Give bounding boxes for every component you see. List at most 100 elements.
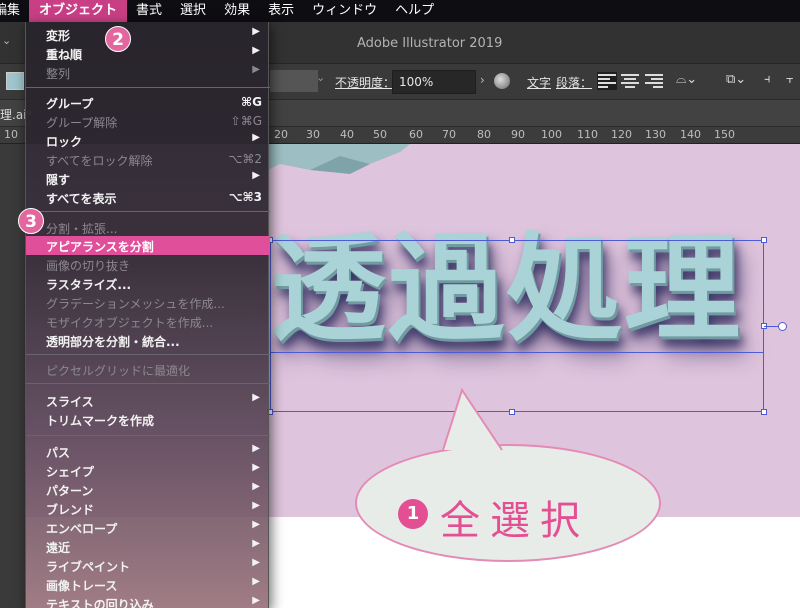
- ruler-label: 20: [274, 128, 288, 141]
- menu-item-image-trace[interactable]: 画像トレース ▶: [26, 575, 270, 594]
- submenu-arrow-icon: ▶: [252, 500, 260, 511]
- submenu-arrow-icon: ▶: [252, 443, 260, 454]
- distribute-icon[interactable]: ⫟: [786, 72, 794, 87]
- menu-item-trim-marks[interactable]: トリムマークを作成: [26, 410, 270, 429]
- fill-swatch[interactable]: [6, 72, 24, 90]
- menu-effect[interactable]: 効果: [215, 0, 259, 22]
- menu-item-unlock-all[interactable]: すべてをロック解除 ⌥⌘2: [26, 150, 270, 169]
- ruler-label: 110: [577, 128, 598, 141]
- submenu-arrow-icon: ▶: [252, 26, 260, 37]
- text-baseline: [270, 352, 764, 353]
- style-field[interactable]: [270, 70, 318, 92]
- menu-window[interactable]: ウィンドウ: [303, 0, 386, 22]
- workspace-chevron-icon[interactable]: ⌄: [2, 34, 11, 47]
- submenu-arrow-icon: ▶: [252, 557, 260, 568]
- menu-item-blend[interactable]: ブレンド ▶: [26, 499, 270, 518]
- menu-item-hide[interactable]: 隠す ▶: [26, 169, 270, 188]
- envelope-warp-icon[interactable]: ⌓⌄: [676, 72, 697, 87]
- submenu-arrow-icon: ▶: [252, 519, 260, 530]
- bbox-handle[interactable]: [761, 237, 767, 243]
- menu-item-crop-image[interactable]: 画像の切り抜き: [26, 255, 270, 274]
- menu-object[interactable]: オブジェクト: [29, 0, 128, 22]
- submenu-arrow-icon: ▶: [252, 481, 260, 492]
- menu-item-show-all[interactable]: すべてを表示 ⌥⌘3: [26, 188, 270, 207]
- ruler-label: 70: [442, 128, 456, 141]
- ruler-label: 100: [541, 128, 562, 141]
- transform-icon[interactable]: ⧉⌄: [726, 72, 746, 87]
- submenu-arrow-icon: ▶: [252, 462, 260, 473]
- submenu-arrow-icon: ▶: [252, 64, 260, 75]
- align-center-icon[interactable]: [620, 72, 640, 90]
- window-title: Adobe Illustrator 2019: [357, 36, 503, 51]
- menu-item-pattern[interactable]: パターン ▶: [26, 480, 270, 499]
- menu-item-arrange[interactable]: 重ね順 ▶: [26, 44, 270, 63]
- selection-bounding-box[interactable]: [270, 240, 764, 412]
- ruler-label: 150: [714, 128, 735, 141]
- menu-item-ungroup[interactable]: グループ解除 ⇧⌘G: [26, 112, 270, 131]
- step-1-badge: 1: [398, 499, 428, 529]
- menu-separator: [26, 87, 270, 88]
- menu-item-envelope[interactable]: エンベロープ ▶: [26, 518, 270, 537]
- ruler-label: 90: [511, 128, 525, 141]
- submenu-arrow-icon: ▶: [252, 595, 260, 606]
- submenu-arrow-icon: ▶: [252, 170, 260, 181]
- menu-item-group[interactable]: グループ ⌘G: [26, 93, 270, 112]
- align-left-icon[interactable]: [597, 72, 617, 90]
- align-objects-icon[interactable]: ⫞: [764, 72, 771, 87]
- ruler-label: 130: [645, 128, 666, 141]
- menu-bar: 編集 オブジェクト 書式 選択 効果 表示 ウィンドウ ヘルプ: [0, 0, 800, 22]
- opacity-input[interactable]: 100%: [392, 70, 476, 94]
- menu-item-slice[interactable]: スライス ▶: [26, 391, 270, 410]
- ruler-label: 40: [340, 128, 354, 141]
- menu-item-text-wrap[interactable]: テキストの回り込み ▶: [26, 594, 270, 608]
- submenu-arrow-icon: ▶: [252, 576, 260, 587]
- menu-item-rasterize[interactable]: ラスタライズ...: [26, 274, 270, 293]
- menu-item-transform[interactable]: 変形 ▶: [26, 25, 270, 44]
- ruler-label: 80: [477, 128, 491, 141]
- decorative-shape: [250, 144, 410, 174]
- menu-item-live-paint[interactable]: ライブペイント ▶: [26, 556, 270, 575]
- menu-item-lock[interactable]: ロック ▶: [26, 131, 270, 150]
- paragraph-label[interactable]: 段落：: [556, 74, 592, 91]
- recolor-globe-icon[interactable]: [494, 73, 510, 89]
- menu-edit[interactable]: 編集: [0, 0, 29, 22]
- character-label[interactable]: 文字: [527, 74, 551, 91]
- menu-help[interactable]: ヘルプ: [386, 0, 443, 22]
- object-menu-dropdown: 変形 ▶ 重ね順 ▶ 整列 ▶ グループ ⌘G グループ解除 ⇧⌘G ロック ▶ すべてをロ…: [25, 22, 270, 608]
- text-thread-port[interactable]: [778, 322, 787, 331]
- opacity-label[interactable]: 不透明度：: [335, 74, 395, 91]
- menu-select[interactable]: 選択: [171, 0, 215, 22]
- ruler-label: 120: [611, 128, 632, 141]
- menu-item-mosaic[interactable]: モザイクオブジェクトを作成...: [26, 312, 270, 331]
- menu-item-pixel-grid[interactable]: ピクセルグリッドに最適化: [26, 360, 270, 379]
- bbox-handle[interactable]: [509, 409, 515, 415]
- submenu-arrow-icon: ▶: [252, 132, 260, 143]
- ruler-label: 10: [4, 128, 18, 141]
- menu-view[interactable]: 表示: [259, 0, 303, 22]
- step-2-badge: 2: [105, 26, 131, 52]
- ruler-label: 60: [409, 128, 423, 141]
- ruler-label: 50: [373, 128, 387, 141]
- submenu-arrow-icon: ▶: [252, 45, 260, 56]
- menu-item-flatten-transparency[interactable]: 透明部分を分割・統合...: [26, 331, 270, 350]
- menu-item-perspective[interactable]: 遠近 ▶: [26, 537, 270, 556]
- step-3-badge: 3: [18, 208, 44, 234]
- bbox-handle[interactable]: [761, 409, 767, 415]
- menu-item-path[interactable]: パス ▶: [26, 442, 270, 461]
- menu-type[interactable]: 書式: [127, 0, 171, 22]
- menu-item-expand-appearance[interactable]: アピアランスを分割: [26, 236, 270, 255]
- menu-separator: [26, 354, 270, 355]
- menu-item-expand[interactable]: 分割・拡張...: [26, 218, 270, 237]
- menu-separator: [26, 211, 270, 212]
- menu-item-align[interactable]: 整列 ▶: [26, 63, 270, 82]
- menu-item-shape[interactable]: シェイプ ▶: [26, 461, 270, 480]
- bubble-caption: 全選択: [440, 498, 590, 544]
- chevron-down-icon[interactable]: ⌄: [316, 71, 325, 84]
- menu-item-gradient-mesh[interactable]: グラデーションメッシュを作成...: [26, 293, 270, 312]
- ruler-label: 140: [680, 128, 701, 141]
- ruler-label: 30: [306, 128, 320, 141]
- bbox-handle[interactable]: [509, 237, 515, 243]
- align-right-icon[interactable]: [644, 72, 664, 90]
- menu-separator: [26, 383, 270, 384]
- chevron-right-icon[interactable]: ›: [480, 73, 485, 87]
